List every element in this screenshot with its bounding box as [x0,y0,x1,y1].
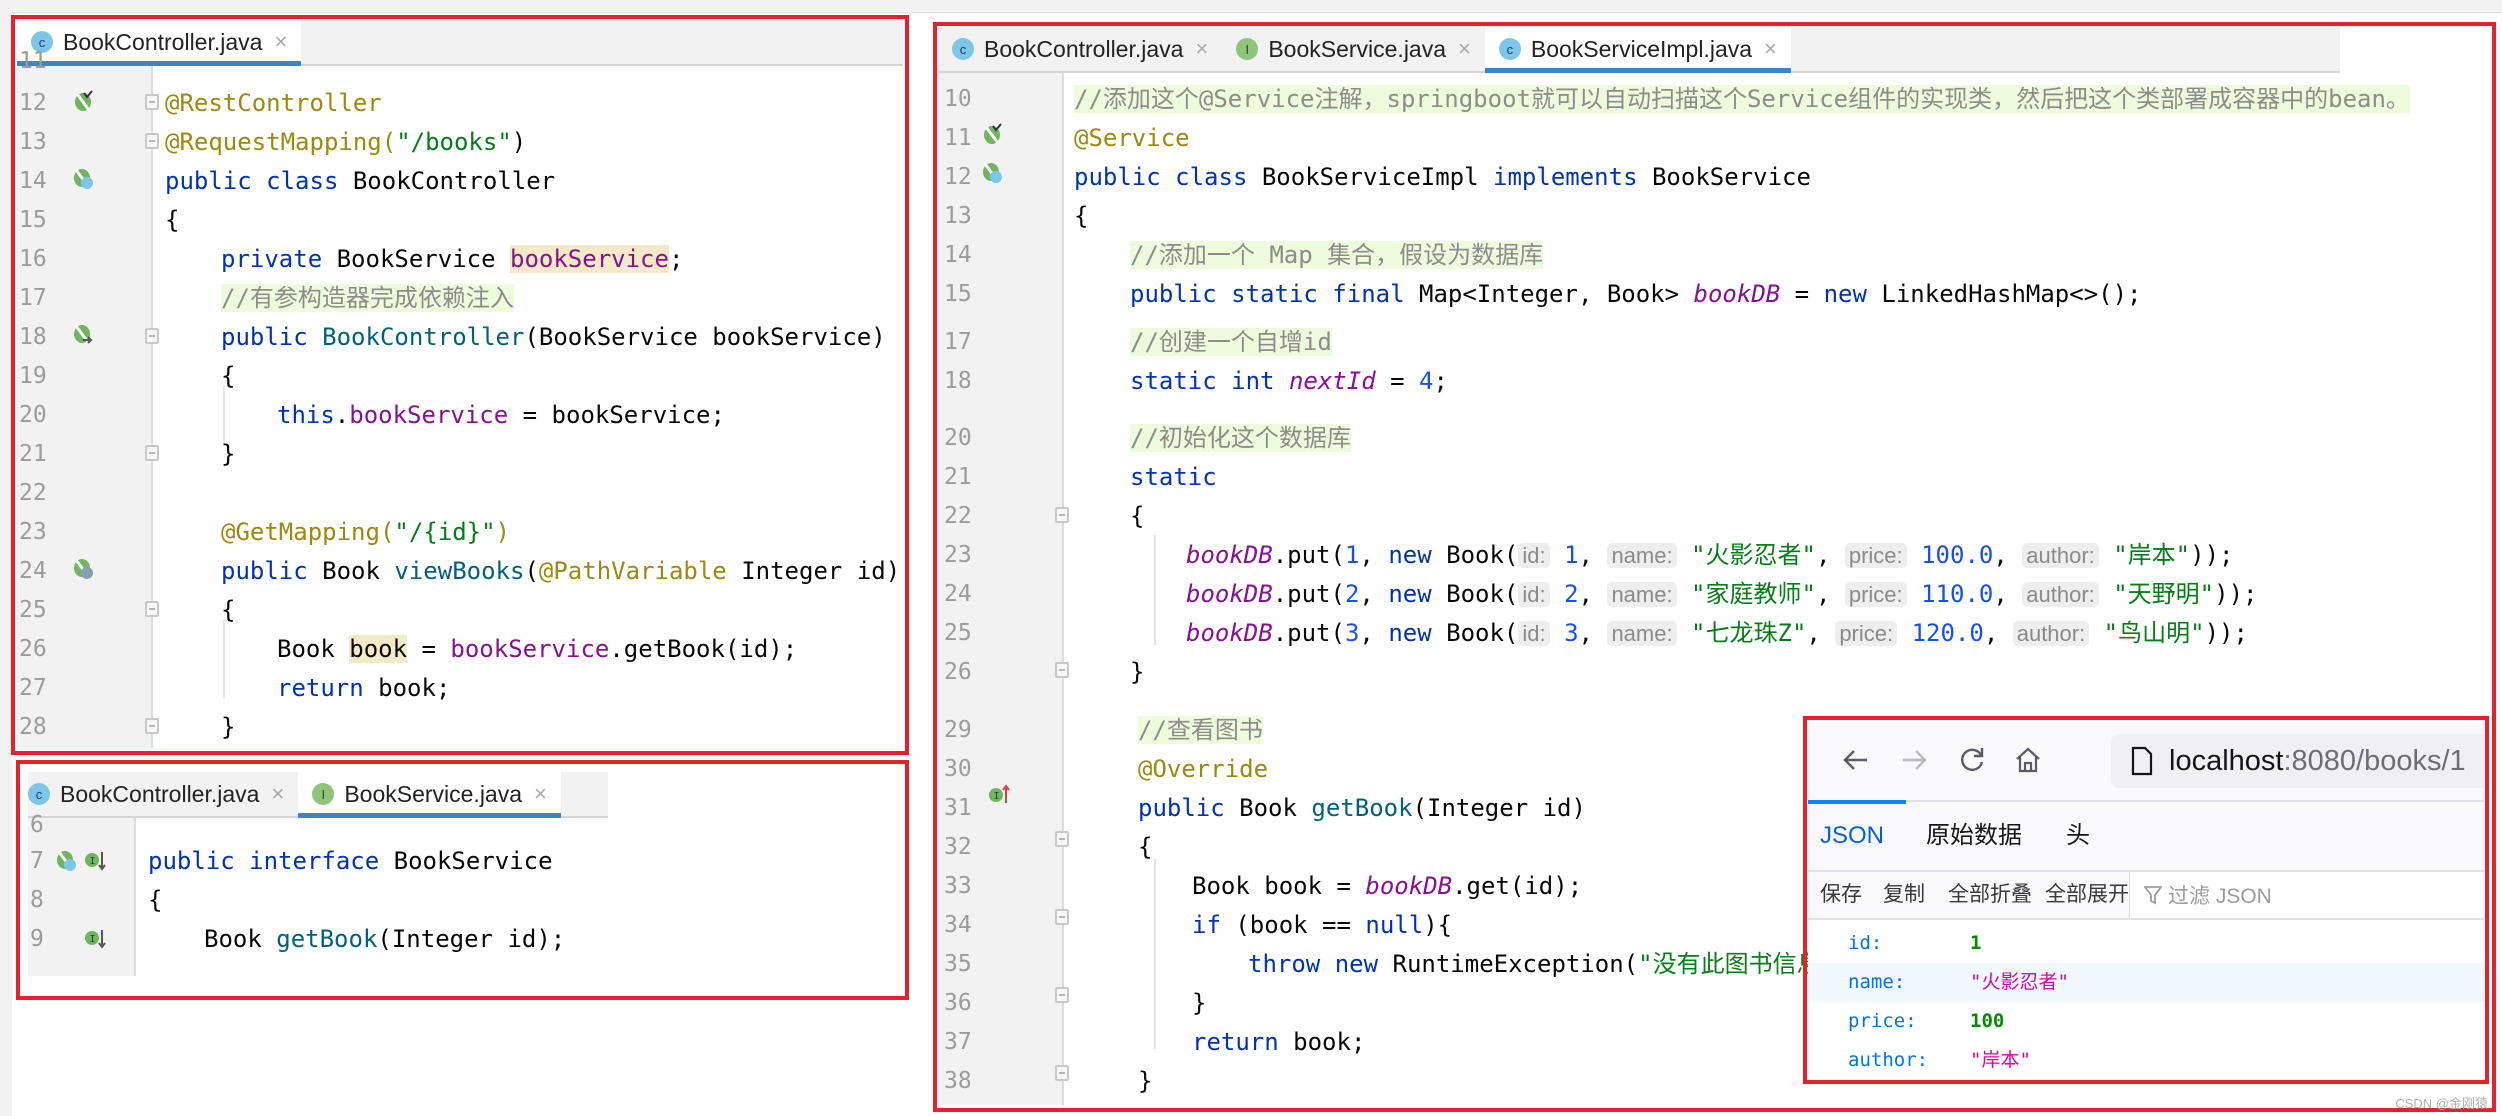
highlight-box-controller [11,15,909,755]
top-strip [0,0,2502,13]
watermark: CSDN @金刚猿 [2395,1096,2488,1111]
highlight-box-browser [1803,716,2489,1084]
highlight-box-service [16,760,909,1000]
